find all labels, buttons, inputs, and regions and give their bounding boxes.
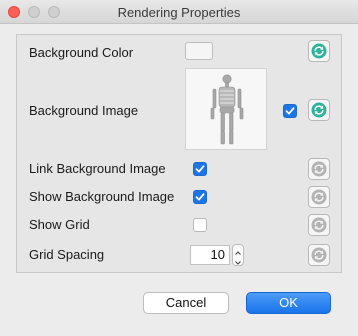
reset-icon — [311, 102, 327, 118]
show-grid-label: Show Grid — [29, 217, 90, 232]
background-image-checkbox[interactable] — [283, 104, 297, 118]
checkmark-icon — [195, 193, 205, 201]
background-image-preview[interactable] — [185, 68, 267, 150]
reset-background-image-button[interactable] — [308, 99, 330, 121]
grid-spacing-label: Grid Spacing — [29, 247, 105, 262]
reset-show-background-image-button[interactable] — [308, 186, 330, 208]
reset-icon — [311, 217, 327, 233]
link-background-image-label: Link Background Image — [29, 161, 166, 176]
reset-icon — [311, 43, 327, 59]
show-grid-checkbox[interactable] — [193, 218, 207, 232]
reset-icon — [311, 189, 327, 205]
window-title: Rendering Properties — [117, 5, 241, 20]
stepper-down-button[interactable] — [233, 255, 243, 265]
background-color-swatch[interactable] — [185, 42, 213, 60]
stepper-up-button[interactable] — [233, 245, 243, 255]
cancel-button[interactable]: Cancel — [143, 292, 229, 314]
link-background-image-checkbox[interactable] — [193, 162, 207, 176]
show-background-image-label: Show Background Image — [29, 189, 175, 204]
reset-grid-spacing-button[interactable] — [308, 244, 330, 266]
background-image-label: Background Image — [29, 103, 139, 118]
reset-show-grid-button[interactable] — [308, 214, 330, 236]
properties-panel — [16, 34, 342, 273]
checkmark-icon — [195, 165, 205, 173]
checkmark-icon — [285, 107, 295, 115]
grid-spacing-stepper[interactable] — [232, 244, 244, 266]
grid-spacing-input[interactable]: 10 — [190, 245, 230, 265]
ok-button[interactable]: OK — [246, 292, 331, 314]
reset-icon — [311, 247, 327, 263]
show-background-image-checkbox[interactable] — [193, 190, 207, 204]
title-bar: Rendering Properties — [0, 0, 358, 24]
background-color-label: Background Color — [29, 45, 134, 60]
reset-background-color-button[interactable] — [308, 40, 330, 62]
reset-link-background-image-button[interactable] — [308, 158, 330, 180]
skeleton-image — [210, 74, 244, 145]
chevron-down-icon — [235, 261, 241, 265]
reset-icon — [311, 161, 327, 177]
